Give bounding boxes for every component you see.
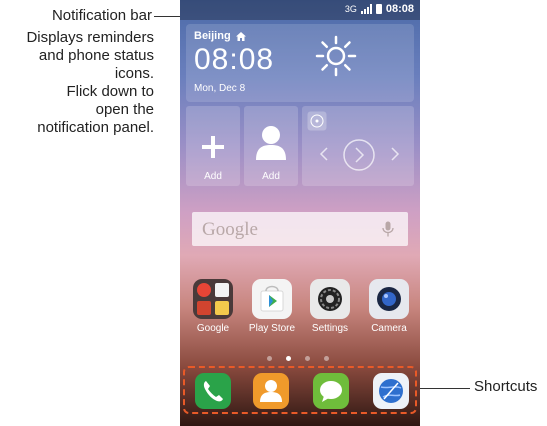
page-indicator[interactable] xyxy=(267,356,329,361)
notification-bar-callout-body: Displays reminders and phone status icon… xyxy=(0,29,154,137)
camera-icon xyxy=(369,279,409,319)
music-player-widget[interactable] xyxy=(302,106,414,186)
callout-line: Flick down to xyxy=(66,83,154,100)
previous-track-icon[interactable] xyxy=(319,147,329,161)
app-label: Camera xyxy=(371,323,407,334)
page-dot-active[interactable] xyxy=(286,356,291,361)
google-folder-icon xyxy=(193,279,233,319)
notification-bar[interactable]: 3G 08:08 xyxy=(180,0,420,20)
callout-line: notification panel. xyxy=(37,119,154,136)
app-play-store[interactable]: Play Store xyxy=(246,279,298,334)
microphone-icon[interactable] xyxy=(382,221,394,237)
add-contact-label: Add xyxy=(262,171,280,182)
city-label: Beijing xyxy=(194,30,231,42)
add-tile-label: Add xyxy=(204,171,222,182)
network-type: 3G xyxy=(344,4,357,14)
callout-line: open the xyxy=(95,101,154,118)
page-dot[interactable] xyxy=(267,356,272,361)
search-placeholder: Google xyxy=(202,219,258,240)
contacts-icon[interactable] xyxy=(253,373,289,409)
clock-time: 08:08 xyxy=(194,43,275,76)
weather-city: Beijing xyxy=(194,30,247,42)
browser-icon[interactable] xyxy=(373,373,409,409)
page-dot[interactable] xyxy=(305,356,310,361)
sunny-weather-icon xyxy=(315,35,357,77)
messaging-icon[interactable] xyxy=(313,373,349,409)
google-search-bar[interactable]: Google xyxy=(192,212,408,246)
shortcuts-dock xyxy=(183,366,417,414)
app-camera[interactable]: Camera xyxy=(363,279,415,334)
play-store-icon xyxy=(252,279,292,319)
weather-clock-widget[interactable]: Beijing 08:08 Mon, Dec 8 xyxy=(186,24,414,102)
app-label: Google xyxy=(196,323,230,334)
plus-icon xyxy=(202,136,224,158)
status-time: 08:08 xyxy=(385,3,414,15)
callout-line: icons. xyxy=(114,65,154,82)
battery-icon xyxy=(375,4,382,14)
shortcuts-leader-line xyxy=(420,388,470,389)
home-icon xyxy=(235,31,246,41)
phone-home-screen: 3G 08:08 Beijing 08:08 Mon, Dec 8 Add Ad… xyxy=(180,0,420,426)
notification-bar-callout-title: Notification bar xyxy=(51,7,152,24)
page-dot[interactable] xyxy=(324,356,329,361)
app-google[interactable]: Google xyxy=(187,279,239,334)
play-icon[interactable] xyxy=(342,138,376,172)
next-track-icon[interactable] xyxy=(390,147,400,161)
callout-line: Displays reminders xyxy=(26,29,154,46)
add-contact-tile[interactable]: Add xyxy=(244,106,298,186)
add-widget-tile[interactable]: Add xyxy=(186,106,240,186)
callout-line: and phone status xyxy=(38,47,154,64)
clock-date: Mon, Dec 8 xyxy=(194,83,246,94)
settings-gear-icon xyxy=(310,279,350,319)
signal-icon xyxy=(360,4,372,14)
music-disc-icon xyxy=(307,111,327,131)
contact-person-icon xyxy=(256,126,286,160)
phone-icon[interactable] xyxy=(195,373,231,409)
app-settings[interactable]: Settings xyxy=(304,279,356,334)
status-icons: 3G 08:08 xyxy=(345,3,414,15)
shortcuts-callout: Shortcuts xyxy=(474,378,538,395)
app-label: Settings xyxy=(311,323,349,334)
app-label: Play Store xyxy=(248,323,296,334)
